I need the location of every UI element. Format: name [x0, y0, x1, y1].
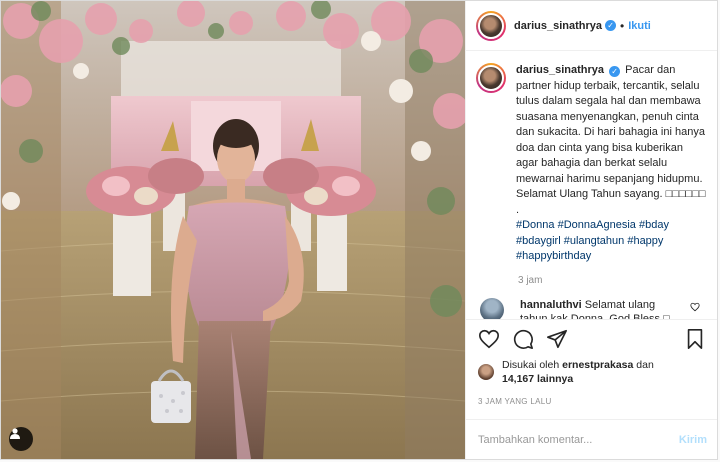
- heart-icon: [479, 329, 499, 348]
- comment-icon: [513, 329, 533, 349]
- caption: darius_sinathrya ✓ Pacar dan partner hid…: [516, 63, 707, 265]
- follow-button[interactable]: Ikuti: [628, 20, 651, 32]
- hashtag-link[interactable]: #Donna: [516, 219, 555, 231]
- post-comment-button[interactable]: Kirim: [679, 434, 707, 446]
- comment-body: hannaluthvi Selamat ulang tahun kak Donn…: [520, 298, 684, 320]
- likes-count[interactable]: 14,167: [502, 373, 534, 385]
- caption-row: darius_sinathrya ✓ Pacar dan partner hid…: [476, 63, 707, 265]
- posted-time[interactable]: 3 JAM YANG LALU: [466, 387, 717, 419]
- comment-item: hannaluthvi Selamat ulang tahun kak Donn…: [476, 297, 707, 320]
- user-icon: [10, 428, 20, 439]
- header-separator: •: [620, 18, 625, 33]
- comment-like-heart-icon[interactable]: [690, 302, 700, 312]
- likes-prefix: Disukai oleh: [502, 359, 560, 371]
- likes-summary: Disukai oleh ernestprakasa dan 14,167 la…: [466, 357, 717, 387]
- save-button[interactable]: [685, 328, 705, 350]
- hashtags: #Donna #DonnaAgnesia #bday #bdaygirl #ul…: [516, 219, 669, 262]
- header-avatar[interactable]: [476, 10, 506, 41]
- tagged-people-button[interactable]: [9, 427, 33, 451]
- verified-badge-icon: ✓: [605, 20, 617, 31]
- header-username[interactable]: darius_sinathrya: [514, 20, 602, 32]
- add-comment-form: Kirim: [466, 419, 717, 459]
- caption-username[interactable]: darius_sinathrya: [516, 64, 604, 76]
- commenter-username[interactable]: hannaluthvi: [520, 299, 582, 311]
- caption-text: Pacar dan partner hidup terbaik, tercant…: [516, 64, 706, 200]
- liker-avatar[interactable]: [478, 364, 494, 380]
- paper-plane-icon: [547, 329, 567, 348]
- bookmark-icon: [687, 328, 703, 349]
- likes-conjunction: dan: [636, 359, 654, 371]
- liker-username[interactable]: ernestprakasa: [562, 359, 633, 371]
- caption-avatar[interactable]: [476, 63, 506, 93]
- post-details-panel: darius_sinathrya ✓ • Ikuti darius_sinath…: [465, 1, 717, 459]
- share-button[interactable]: [546, 328, 568, 350]
- instagram-post: darius_sinathrya ✓ • Ikuti darius_sinath…: [0, 0, 718, 460]
- hashtag-link[interactable]: #bdaygirl: [516, 235, 561, 247]
- likes-suffix[interactable]: lainnya: [537, 373, 573, 385]
- comment-input[interactable]: [478, 433, 679, 446]
- hashtag-link[interactable]: #bday: [639, 219, 669, 231]
- likes-text: Disukai oleh ernestprakasa dan 14,167 la…: [502, 358, 654, 386]
- hashtag-link[interactable]: #happybirthday: [516, 250, 591, 262]
- comments-area[interactable]: darius_sinathrya ✓ Pacar dan partner hid…: [466, 51, 717, 319]
- wedding-venue-photo: [1, 1, 465, 459]
- like-button[interactable]: [478, 328, 500, 350]
- action-bar: [466, 319, 717, 357]
- verified-badge-icon: ✓: [609, 66, 621, 77]
- commenter-avatar[interactable]: [480, 297, 504, 319]
- caption-dot: .: [516, 203, 520, 216]
- caption-time[interactable]: 3 jam: [518, 275, 707, 286]
- hashtag-link[interactable]: #ulangtahun: [564, 235, 625, 247]
- hashtag-link[interactable]: #happy: [627, 235, 663, 247]
- comment-button[interactable]: [512, 328, 534, 350]
- post-photo[interactable]: [1, 1, 465, 459]
- hashtag-link[interactable]: #DonnaAgnesia: [558, 219, 636, 231]
- post-header: darius_sinathrya ✓ • Ikuti: [466, 1, 717, 51]
